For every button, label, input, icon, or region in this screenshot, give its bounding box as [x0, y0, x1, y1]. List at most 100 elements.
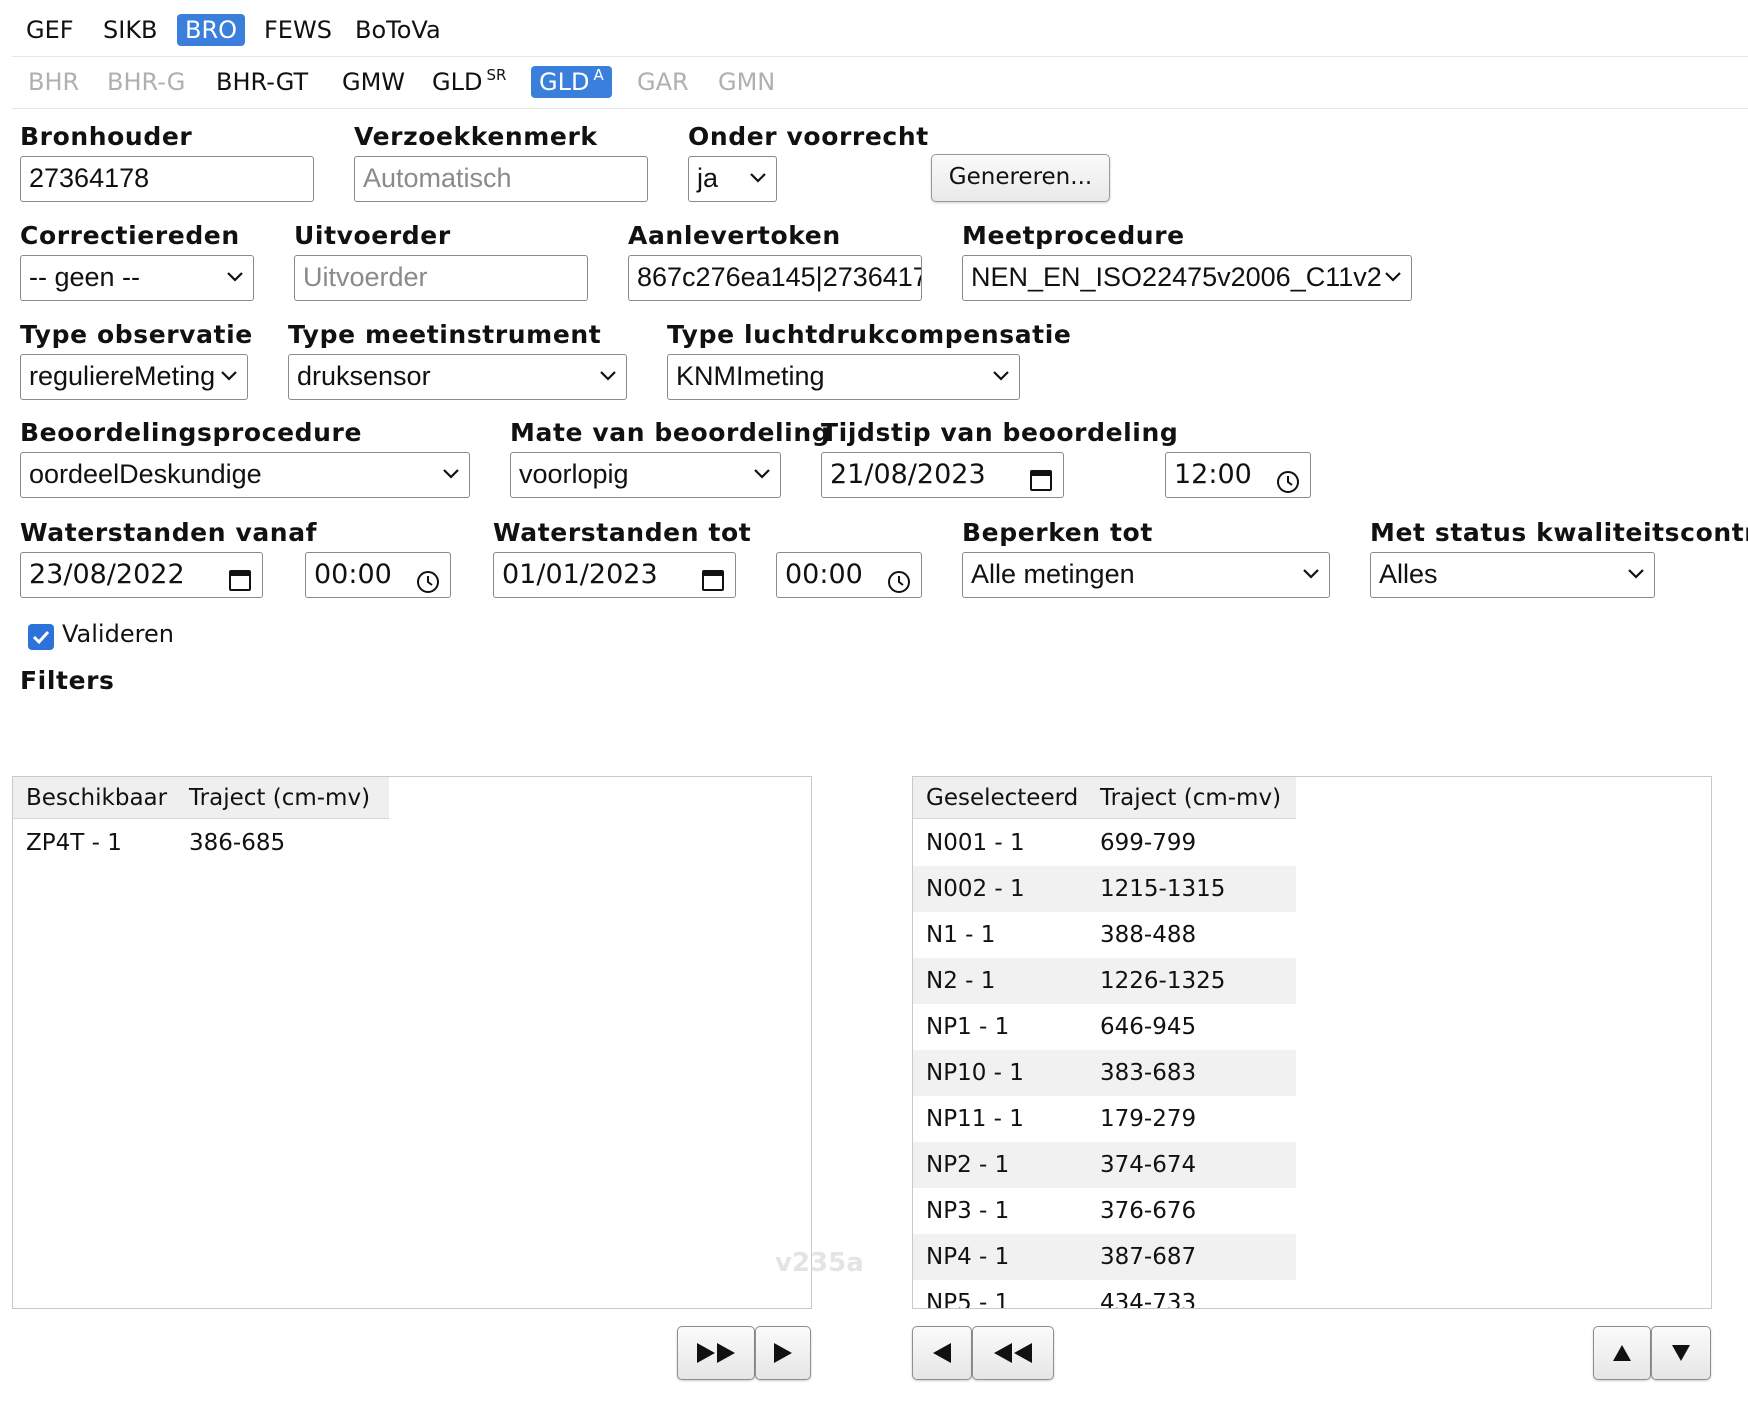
aanlevertoken-input[interactable]: 867c276ea145|27364178 [628, 255, 922, 301]
chevron-down-icon [1302, 553, 1320, 596]
chevron-down-icon [226, 256, 244, 299]
waterstanden-vanaf-date-value: 23/08/2022 [29, 559, 185, 590]
subnav-gmw[interactable]: GMW [334, 66, 413, 98]
beoordelingsprocedure-value: oordeelDeskundige [29, 459, 262, 489]
available-header-name[interactable]: Beschikbaar [26, 777, 167, 819]
bronhouder-input[interactable]: 27364178 [20, 156, 314, 202]
row-name: ZP4T - 1 [26, 830, 122, 856]
meetprocedure-label: Meetprocedure [962, 221, 1185, 250]
row-name: N2 - 1 [926, 968, 996, 994]
waterstanden-tot-date-input[interactable]: 01/01/2023 [493, 552, 736, 598]
clock-icon[interactable] [1276, 464, 1300, 493]
correctiereden-select[interactable]: -- geen -- [20, 255, 254, 301]
table-row[interactable]: NP10 - 1 383-683 [913, 1050, 1296, 1096]
calendar-icon[interactable] [701, 562, 725, 591]
valideren-checkbox[interactable] [28, 624, 54, 650]
tijdstip-date-value: 21/08/2023 [830, 459, 986, 490]
row-traject: 386-685 [189, 830, 286, 856]
waterstanden-vanaf-label: Waterstanden vanaf [20, 518, 318, 547]
selected-header-traject[interactable]: Traject (cm-mv) [1100, 777, 1281, 819]
nav-gef[interactable]: GEF [18, 14, 82, 46]
double-arrow-left-icon [994, 1343, 1032, 1363]
table-row[interactable]: NP4 - 1 387-687 [913, 1234, 1296, 1280]
table-row[interactable]: NP1 - 1 646-945 [913, 1004, 1296, 1050]
calendar-icon[interactable] [1029, 462, 1053, 491]
subnav-gld-a-label: GLD [539, 68, 590, 96]
tijdstip-time-input[interactable]: 12:00 [1165, 452, 1311, 498]
move-down-button[interactable] [1651, 1326, 1711, 1380]
onder-voorrecht-value: ja [697, 163, 719, 193]
met-status-select[interactable]: Alles [1370, 552, 1655, 598]
type-luchtdrukcompensatie-value: KNMImeting [676, 361, 825, 391]
available-header-traject[interactable]: Traject (cm-mv) [189, 777, 370, 819]
table-row[interactable]: NP5 - 1 434-733 [913, 1280, 1296, 1308]
beoordelingsprocedure-label: Beoordelingsprocedure [20, 418, 363, 447]
row-name: N002 - 1 [926, 876, 1025, 902]
subnav-gld-a-sup: A [593, 66, 604, 84]
meetprocedure-select[interactable]: NEN_EN_ISO22475v2006_C11v2 [962, 255, 1412, 301]
subnav-gld-a[interactable]: GLD A [531, 66, 612, 98]
nav-sikb[interactable]: SIKB [95, 14, 166, 46]
table-row[interactable]: N001 - 1 699-799 [913, 820, 1296, 866]
waterstanden-tot-time-value: 00:00 [785, 559, 863, 590]
type-luchtdrukcompensatie-select[interactable]: KNMImeting [667, 354, 1020, 400]
uitvoerder-input[interactable]: Uitvoerder [294, 255, 588, 301]
move-up-button[interactable] [1593, 1326, 1651, 1380]
genereren-button[interactable]: Genereren... [931, 154, 1110, 202]
move-all-right-button[interactable] [677, 1326, 755, 1380]
move-left-button[interactable] [912, 1326, 972, 1380]
waterstanden-vanaf-time-value: 00:00 [314, 559, 392, 590]
arrow-up-icon [1613, 1345, 1631, 1361]
chevron-down-icon [1627, 553, 1645, 596]
subnav-gmn[interactable]: GMN [710, 66, 783, 98]
available-list[interactable]: Beschikbaar Traject (cm-mv) ZP4T - 1 386… [12, 776, 812, 1309]
subnav-bhr-g[interactable]: BHR-G [99, 66, 193, 98]
nav-botova[interactable]: BoToVa [347, 14, 449, 46]
tijdstip-date-input[interactable]: 21/08/2023 [821, 452, 1064, 498]
beoordelingsprocedure-select[interactable]: oordeelDeskundige [20, 452, 470, 498]
mate-van-beoordeling-value: voorlopig [519, 459, 629, 489]
mate-van-beoordeling-select[interactable]: voorlopig [510, 452, 781, 498]
verzoekkenmerk-input[interactable]: Automatisch [354, 156, 648, 202]
tijdstip-time-value: 12:00 [1174, 459, 1252, 490]
subnav-bhr-gt[interactable]: BHR-GT [208, 66, 316, 98]
move-right-button[interactable] [755, 1326, 811, 1380]
table-row[interactable]: NP2 - 1 374-674 [913, 1142, 1296, 1188]
table-row[interactable]: ZP4T - 1 386-685 [13, 820, 389, 866]
valideren-label[interactable]: Valideren [62, 620, 174, 648]
table-row[interactable]: N2 - 1 1226-1325 [913, 958, 1296, 1004]
beperken-tot-select[interactable]: Alle metingen [962, 552, 1330, 598]
table-row[interactable]: N002 - 1 1215-1315 [913, 866, 1296, 912]
clock-icon[interactable] [887, 564, 911, 593]
meetprocedure-value: NEN_EN_ISO22475v2006_C11v2 [971, 262, 1382, 292]
table-row[interactable]: NP11 - 1 179-279 [913, 1096, 1296, 1142]
beperken-tot-value: Alle metingen [971, 559, 1135, 589]
calendar-icon[interactable] [228, 562, 252, 591]
onder-voorrecht-select[interactable]: ja [688, 156, 777, 202]
onder-voorrecht-label: Onder voorrecht [688, 122, 929, 151]
waterstanden-tot-time-input[interactable]: 00:00 [776, 552, 922, 598]
chevron-down-icon [992, 355, 1010, 398]
verzoekkenmerk-placeholder: Automatisch [363, 163, 512, 193]
aanlevertoken-value: 867c276ea145|27364178 [637, 262, 922, 292]
uitvoerder-placeholder: Uitvoerder [303, 262, 428, 292]
selected-header-name[interactable]: Geselecteerd [926, 777, 1078, 819]
bronhouder-value: 27364178 [29, 163, 150, 193]
subnav-gld-sr[interactable]: GLD SR [424, 66, 514, 98]
subnav-gar[interactable]: GAR [629, 66, 697, 98]
chevron-down-icon [442, 453, 460, 496]
selected-list[interactable]: Geselecteerd Traject (cm-mv) N001 - 1 699… [912, 776, 1712, 1309]
bronhouder-label: Bronhouder [20, 122, 193, 151]
nav-fews[interactable]: FEWS [256, 14, 340, 46]
row-name: NP11 - 1 [926, 1106, 1024, 1132]
waterstanden-vanaf-time-input[interactable]: 00:00 [305, 552, 451, 598]
move-all-left-button[interactable] [972, 1326, 1054, 1380]
table-row[interactable]: N1 - 1 388-488 [913, 912, 1296, 958]
nav-bro[interactable]: BRO [177, 14, 246, 46]
type-meetinstrument-select[interactable]: druksensor [288, 354, 627, 400]
table-row[interactable]: NP3 - 1 376-676 [913, 1188, 1296, 1234]
subnav-bhr[interactable]: BHR [20, 66, 87, 98]
clock-icon[interactable] [416, 564, 440, 593]
waterstanden-vanaf-date-input[interactable]: 23/08/2022 [20, 552, 263, 598]
type-observatie-select[interactable]: reguliereMeting [20, 354, 248, 400]
